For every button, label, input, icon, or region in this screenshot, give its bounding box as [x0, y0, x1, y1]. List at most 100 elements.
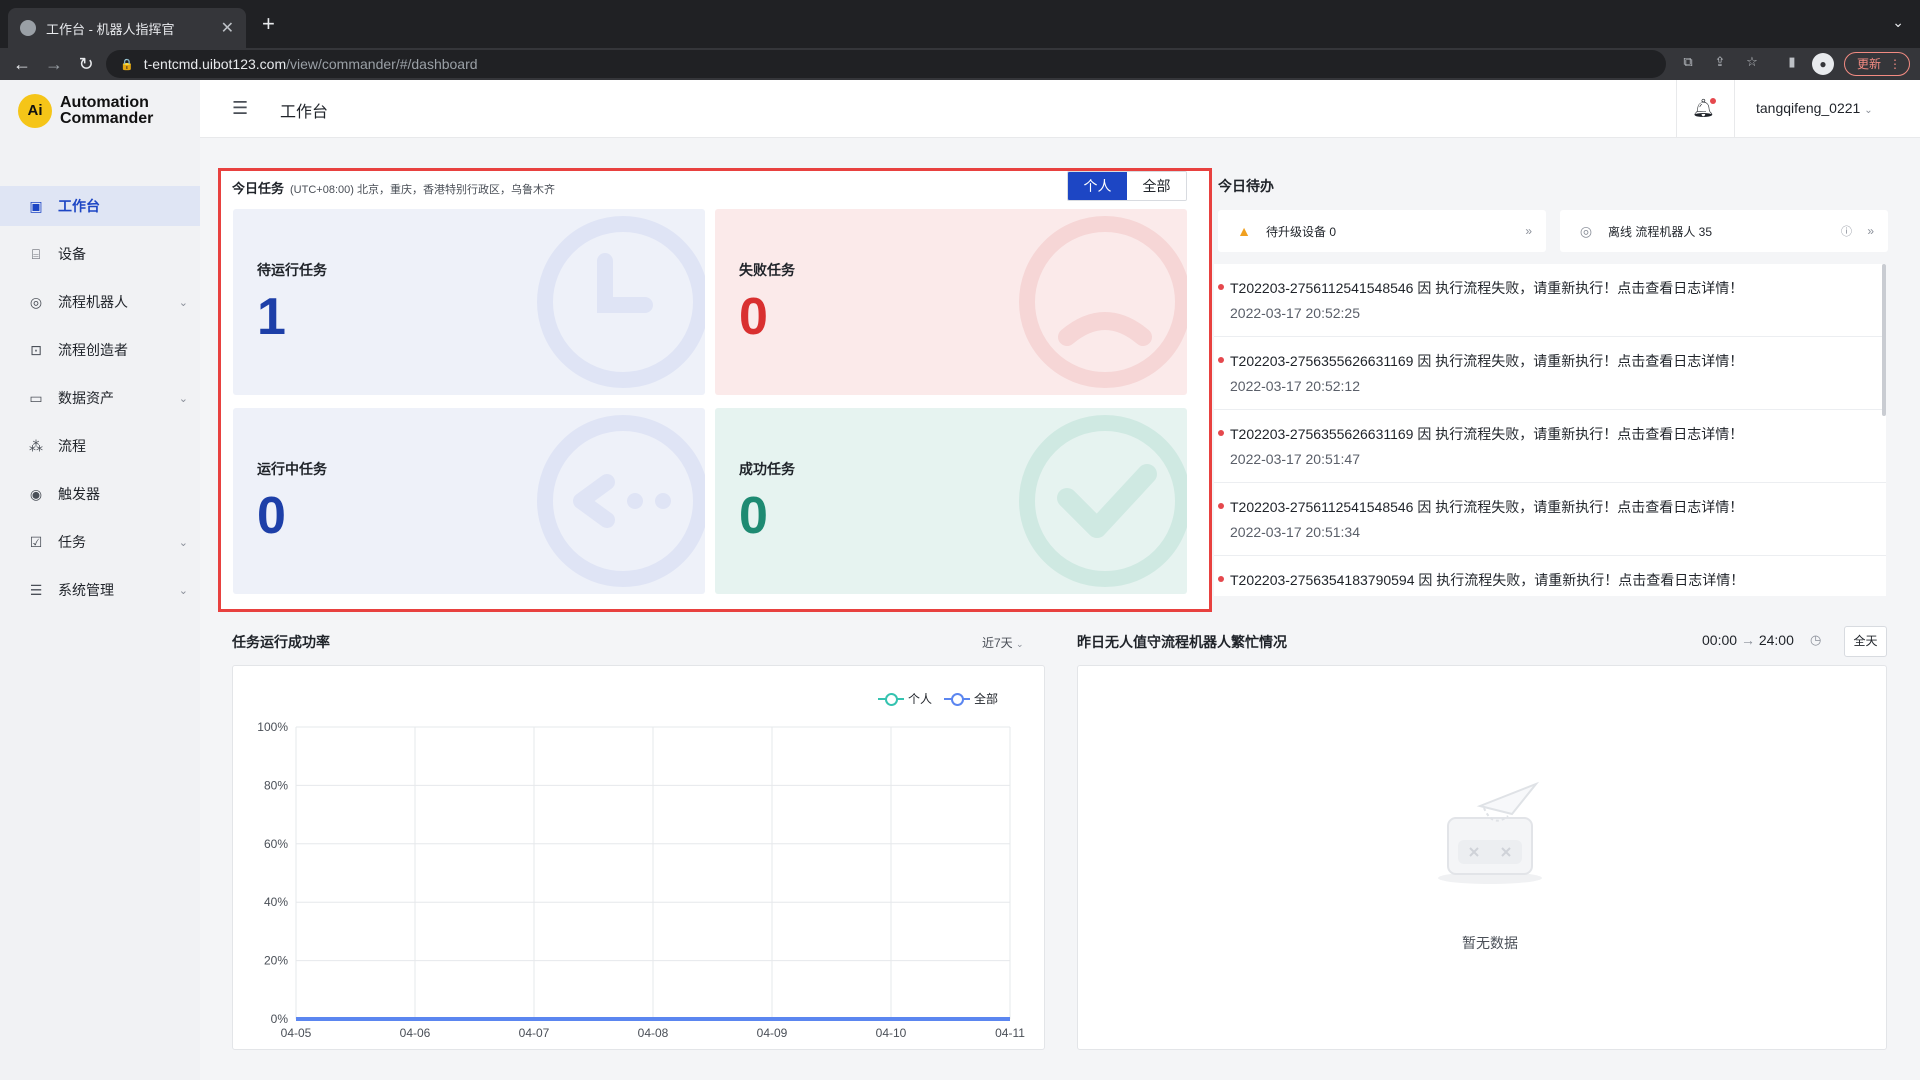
chevron-down-icon: ⌄ — [178, 296, 188, 309]
range-start: 00:00 — [1702, 632, 1738, 648]
logo-text: Automation Commander — [60, 95, 153, 127]
sidebar-item-devices[interactable]: ⌸ 设备 — [0, 234, 200, 274]
offline-robots-chip[interactable]: ◎ 离线 流程机器人 35 ⓘ » — [1560, 210, 1888, 252]
browser-tab[interactable]: 工作台 - 机器人指挥官 ✕ — [8, 8, 246, 48]
scope-toggle: 个人 全部 — [1067, 171, 1187, 201]
todo-item[interactable]: T202203-2756354183790594 因 执行流程失败，请重新执行！… — [1214, 556, 1886, 596]
upgrade-device-icon: ▲ — [1237, 223, 1251, 239]
new-tab-icon[interactable]: + — [262, 12, 275, 36]
chevron-down-icon: ⌄ — [1016, 639, 1024, 649]
address-bar[interactable]: 🔒 t-entcmd.uibot123.com/view/commander/#… — [106, 50, 1666, 78]
loading-icon — [537, 415, 705, 587]
busy-title: 昨日无人值守流程机器人繁忙情况 — [1077, 634, 1287, 650]
todo-item[interactable]: T202203-2756112541548546 因 执行流程失败，请重新执行！… — [1214, 264, 1886, 337]
sidebar-item-creators[interactable]: ⊡ 流程创造者 — [0, 330, 200, 370]
sidebar-item-flows[interactable]: ⁂ 流程 — [0, 426, 200, 466]
todo-message: T202203-2756112541548546 因 执行流程失败，请重新执行！… — [1230, 280, 1744, 296]
scope-personal-button[interactable]: 个人 — [1068, 172, 1127, 200]
url-path: /view/commander/#/dashboard — [286, 56, 478, 72]
reload-icon[interactable]: ↻ — [74, 52, 98, 76]
arrow-right-icon: → — [1740, 632, 1755, 648]
chip-label: 待升级设备 0 — [1266, 224, 1337, 239]
card-value: 1 — [257, 288, 286, 346]
update-label: 更新 — [1857, 57, 1882, 71]
menu-collapse-icon[interactable]: ☰ — [232, 98, 248, 119]
help-icon[interactable]: ⓘ — [1841, 223, 1852, 239]
todo-item[interactable]: T202203-2756355626631169 因 执行流程失败，请重新执行！… — [1214, 410, 1886, 483]
tab-title: 工作台 - 机器人指挥官 — [46, 21, 175, 37]
todo-message: T202203-2756354183790594 因 执行流程失败，请重新执行！… — [1230, 572, 1745, 588]
sidebar-item-triggers[interactable]: ◉ 触发器 — [0, 474, 200, 514]
period-label: 近7天 — [982, 636, 1013, 650]
sidebar-item-robots[interactable]: ◎ 流程机器人 ⌄ — [0, 282, 200, 322]
upgrade-devices-chip[interactable]: ▲ 待升级设备 0 » — [1218, 210, 1546, 252]
check-circle-icon — [1019, 415, 1187, 587]
logo-line2: Commander — [60, 110, 154, 127]
todo-item[interactable]: T202203-2756355626631169 因 执行流程失败，请重新执行！… — [1214, 337, 1886, 410]
close-icon[interactable]: ✕ — [221, 18, 234, 38]
card-label: 成功任务 — [739, 461, 795, 477]
task-icon: ☑ — [29, 534, 43, 550]
scope-all-button[interactable]: 全部 — [1127, 172, 1186, 200]
back-icon[interactable]: ← — [10, 52, 34, 76]
browser-tab-strip: 工作台 - 机器人指挥官 ✕ + ⌄ — [0, 0, 1920, 48]
forward-icon[interactable]: → — [42, 52, 66, 76]
card-value: 0 — [739, 288, 768, 346]
browser-toolbar: ← → ↻ 🔒 t-entcmd.uibot123.com/view/comma… — [0, 48, 1920, 80]
page-title: 工作台 — [280, 104, 329, 121]
sidebar-item-label: 工作台 — [58, 198, 100, 214]
url-host: t-entcmd.uibot123.com — [143, 56, 287, 72]
sidebar-item-dashboard[interactable]: ▣ 工作台 — [0, 186, 200, 226]
clock-icon — [537, 216, 705, 388]
todo-scrollbar[interactable] — [1882, 264, 1886, 416]
alert-dot — [1218, 430, 1224, 436]
todo-time: 2022-03-17 20:52:12 — [1230, 378, 1360, 394]
logo-mark: Ai — [18, 94, 52, 128]
empty-box-icon — [1438, 781, 1542, 884]
side-panel-icon[interactable]: ▮ — [1782, 54, 1802, 70]
tab-search-icon[interactable]: ⌄ — [1892, 14, 1904, 31]
empty-state-text: 暂无数据 — [1462, 935, 1518, 951]
sidebar-item-tasks[interactable]: ☑ 任务 ⌄ — [0, 522, 200, 562]
double-arrow-right-icon: » — [1867, 224, 1874, 238]
translate-icon[interactable]: ⧉ — [1678, 54, 1698, 70]
legend-personal-label: 个人 — [908, 692, 933, 706]
chevron-down-icon: ⌄ — [178, 392, 188, 405]
header-divider — [1734, 80, 1735, 138]
update-button[interactable]: 更新 ⋮ — [1844, 52, 1910, 76]
success-tasks-card[interactable]: 成功任务 0 — [715, 408, 1187, 594]
share-icon[interactable]: ⇪ — [1710, 54, 1730, 70]
creator-icon: ⊡ — [30, 342, 42, 358]
chevron-down-icon: ⌄ — [178, 536, 188, 549]
failed-tasks-card[interactable]: 失败任务 0 — [715, 209, 1187, 395]
user-menu[interactable]: tangqifeng_0221 ⌄ — [1756, 100, 1873, 116]
flow-icon: ⁂ — [29, 438, 43, 454]
todo-list: T202203-2756112541548546 因 执行流程失败，请重新执行！… — [1214, 264, 1886, 596]
legend-all-marker — [944, 692, 971, 706]
offline-robot-icon: ◎ — [1579, 222, 1593, 239]
period-select[interactable]: 近7天 ⌄ — [982, 634, 1024, 651]
dashboard-icon: ▣ — [29, 198, 43, 214]
pending-tasks-card[interactable]: 待运行任务 1 — [233, 209, 705, 395]
chevron-down-icon: ⌄ — [178, 584, 188, 597]
time-range[interactable]: 00:00 → 24:00 — [1702, 632, 1794, 648]
all-day-button[interactable]: 全天 — [1844, 626, 1887, 657]
today-tasks-panel: 今日任务 (UTC+08:00) 北京，重庆，香港特别行政区，乌鲁木齐 个人 全部… — [218, 168, 1212, 612]
bookmark-star-icon[interactable]: ☆ — [1742, 54, 1762, 70]
sidebar-item-label: 流程创造者 — [58, 342, 128, 358]
todo-time: 2022-03-17 20:51:47 — [1230, 451, 1360, 467]
running-tasks-card[interactable]: 运行中任务 0 — [233, 408, 705, 594]
header-divider — [1676, 80, 1677, 138]
sidebar-item-data-assets[interactable]: ▭ 数据资产 ⌄ — [0, 378, 200, 418]
logo-line1: Automation — [60, 94, 149, 111]
robot-icon: ◎ — [29, 294, 43, 310]
todo-item[interactable]: T202203-2756112541548546 因 执行流程失败，请重新执行！… — [1214, 483, 1886, 556]
clock-icon: ◷ — [1810, 632, 1822, 647]
legend-all[interactable]: 全部 — [944, 690, 998, 707]
alert-dot — [1218, 357, 1224, 363]
notification-dot — [1710, 98, 1716, 104]
legend-personal[interactable]: 个人 — [878, 690, 932, 707]
profile-icon[interactable]: ● — [1812, 53, 1834, 75]
logo[interactable]: Ai Automation Commander — [18, 94, 153, 128]
sidebar-item-system[interactable]: ☰ 系统管理 ⌄ — [0, 570, 200, 610]
